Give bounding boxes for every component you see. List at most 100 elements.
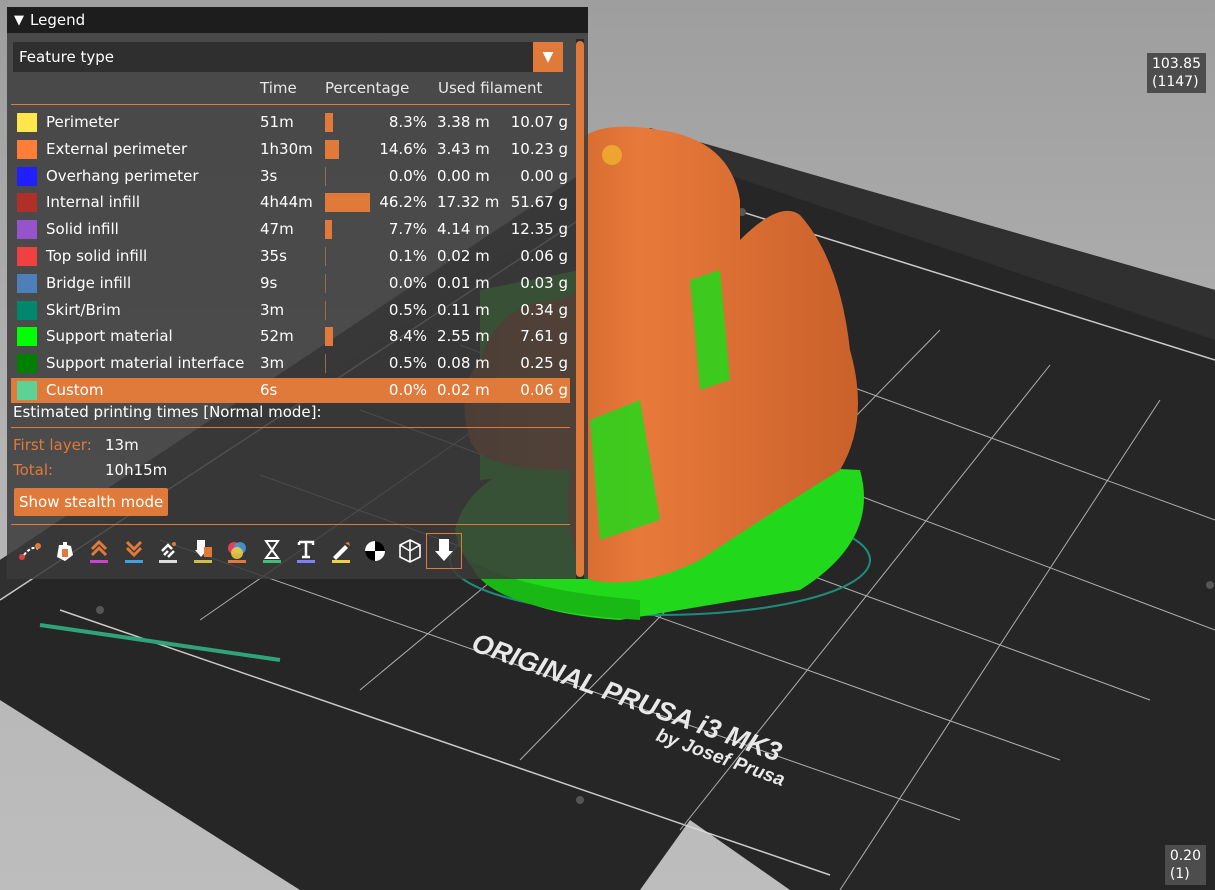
feature-percentage: 0.0% — [388, 273, 427, 292]
bottom-height-value: 0.20 — [1169, 848, 1201, 864]
bottom-layer-number: (1) — [1169, 866, 1190, 882]
retractions-icon[interactable] — [82, 534, 116, 568]
feature-name: Internal infill — [46, 193, 141, 212]
feature-length: 0.00 m — [437, 166, 490, 185]
feature-time: 1h30m — [260, 139, 313, 158]
feature-name: Bridge infill — [46, 273, 132, 292]
dropdown-arrow-icon[interactable]: ▼ — [533, 42, 563, 72]
column-header-filament: Used filament — [438, 79, 543, 97]
total-label: Total: — [13, 461, 54, 479]
center-of-gravity-icon[interactable] — [358, 534, 392, 568]
feature-weight: 10.23 g — [510, 139, 568, 158]
feature-length: 0.08 m — [437, 354, 490, 373]
percentage-bar — [325, 247, 326, 266]
show-stealth-mode-button[interactable]: Show stealth mode — [14, 488, 169, 516]
color-swatch — [17, 273, 37, 293]
layer-slider-bottom-badge[interactable]: 0.20 (1) — [1164, 845, 1206, 885]
legend-scrollbar[interactable] — [576, 39, 584, 579]
first-layer-value: 13m — [105, 436, 139, 454]
color-swatch — [17, 139, 37, 159]
travel-icon[interactable] — [13, 534, 47, 568]
view-type-combo[interactable]: Feature type ▼ — [13, 42, 563, 72]
feature-time: 3s — [260, 166, 278, 185]
color-swatch — [17, 220, 37, 240]
pause-prints-icon[interactable] — [255, 534, 289, 568]
percentage-bar — [325, 327, 333, 347]
feature-percentage: 46.2% — [379, 193, 427, 212]
column-header-percentage: Percentage — [325, 79, 410, 97]
feature-name: Custom — [46, 381, 104, 399]
estimates-title: Estimated printing times [Normal mode]: — [13, 403, 322, 421]
feature-time: 9s — [260, 273, 278, 292]
legend-header[interactable]: ▼ Legend — [7, 7, 588, 33]
feature-percentage: 14.6% — [379, 139, 427, 158]
feature-weight: 0.03 g — [520, 273, 568, 292]
percentage-bar — [325, 166, 326, 186]
percentage-bar — [325, 193, 370, 213]
feature-weight: 0.00 g — [520, 166, 568, 185]
feature-name: External perimeter — [46, 139, 188, 158]
feature-percentage: 7.7% — [388, 220, 427, 239]
feature-time: 35s — [260, 247, 287, 265]
feature-weight: 12.35 g — [510, 220, 568, 239]
feature-row[interactable]: Internal infill 4h44m 46.2% 17.32 m 51.67 g — [11, 190, 570, 215]
feature-percentage: 0.0% — [388, 166, 427, 185]
feature-name: Top solid infill — [46, 247, 148, 265]
feature-length: 0.02 m — [437, 247, 490, 265]
view-type-value: Feature type — [19, 48, 114, 66]
feature-time: 3m — [260, 354, 285, 373]
deretractions-icon[interactable] — [117, 534, 151, 568]
color-swatch — [17, 193, 37, 213]
feature-row[interactable]: Bridge infill 9s 0.0% 0.01 m 0.03 g — [11, 271, 570, 296]
feature-time: 3m — [260, 300, 285, 319]
color-swatch — [17, 166, 37, 186]
color-changes-icon[interactable] — [220, 534, 254, 568]
feature-name: Support material — [46, 327, 173, 346]
percentage-bar — [325, 220, 332, 240]
header-divider — [11, 104, 570, 105]
wipe-icon[interactable] — [48, 534, 82, 568]
feature-row[interactable]: Overhang perimeter 3s 0.0% 0.00 m 0.00 g — [11, 164, 570, 189]
feature-percentage: 8.4% — [388, 327, 427, 346]
top-height-value: 103.85 — [1152, 56, 1201, 72]
seams-icon[interactable] — [151, 534, 185, 568]
feature-row[interactable]: Perimeter 51m 8.3% 3.38 m 10.07 g — [11, 110, 570, 135]
feature-name: Perimeter — [46, 113, 120, 131]
collapse-triangle-icon[interactable]: ▼ — [14, 13, 24, 28]
toolbar-divider — [11, 524, 570, 525]
feature-time: 51m — [260, 113, 294, 131]
scrollbar-thumb[interactable] — [576, 41, 584, 577]
tool-changes-icon[interactable] — [186, 534, 220, 568]
feature-row[interactable]: Solid infill 47m 7.7% 4.14 m 12.35 g — [11, 217, 570, 242]
feature-time: 6s — [260, 381, 278, 399]
feature-row[interactable]: Skirt/Brim 3m 0.5% 0.11 m 0.34 g — [11, 298, 570, 323]
feature-weight: 10.07 g — [510, 113, 568, 131]
feature-weight: 0.06 g — [520, 381, 568, 399]
estimates-divider — [11, 427, 570, 428]
feature-row[interactable]: Support material 52m 8.4% 2.55 m 7.61 g — [11, 324, 570, 349]
shells-icon[interactable] — [393, 534, 427, 568]
feature-length: 0.02 m — [437, 381, 490, 399]
layer-slider-top-badge[interactable]: 103.85 (1147) — [1147, 53, 1206, 93]
shells-edit-icon[interactable] — [324, 534, 358, 568]
feature-time: 47m — [260, 220, 294, 239]
feature-percentage: 0.5% — [388, 300, 427, 319]
feature-name: Overhang perimeter — [46, 166, 199, 185]
percentage-bar — [325, 139, 339, 159]
feature-weight: 0.34 g — [520, 300, 568, 319]
color-swatch — [17, 354, 37, 374]
feature-length: 0.11 m — [437, 300, 490, 319]
custom-gcodes-icon[interactable] — [289, 534, 323, 568]
feature-name: Skirt/Brim — [46, 300, 121, 319]
feature-name: Solid infill — [46, 220, 119, 239]
legend-panel: ▼ Legend Feature type ▼ Time Percentage … — [7, 7, 588, 579]
feature-length: 4.14 m — [437, 220, 490, 239]
first-layer-label: First layer: — [13, 436, 92, 454]
feature-row[interactable]: Support material interface 3m 0.5% 0.08 m 0.… — [11, 351, 570, 376]
tool-marker-icon[interactable] — [426, 533, 462, 569]
top-layer-number: (1147) — [1152, 74, 1199, 90]
feature-row[interactable]: Top solid infill 35s 0.1% 0.02 m 0.06 g — [11, 244, 570, 269]
feature-row[interactable]: External perimeter 1h30m 14.6% 3.43 m 10.23 … — [11, 137, 570, 162]
feature-weight: 0.06 g — [520, 247, 568, 265]
feature-row[interactable]: Custom 6s 0.0% 0.02 m 0.06 g — [11, 378, 570, 403]
